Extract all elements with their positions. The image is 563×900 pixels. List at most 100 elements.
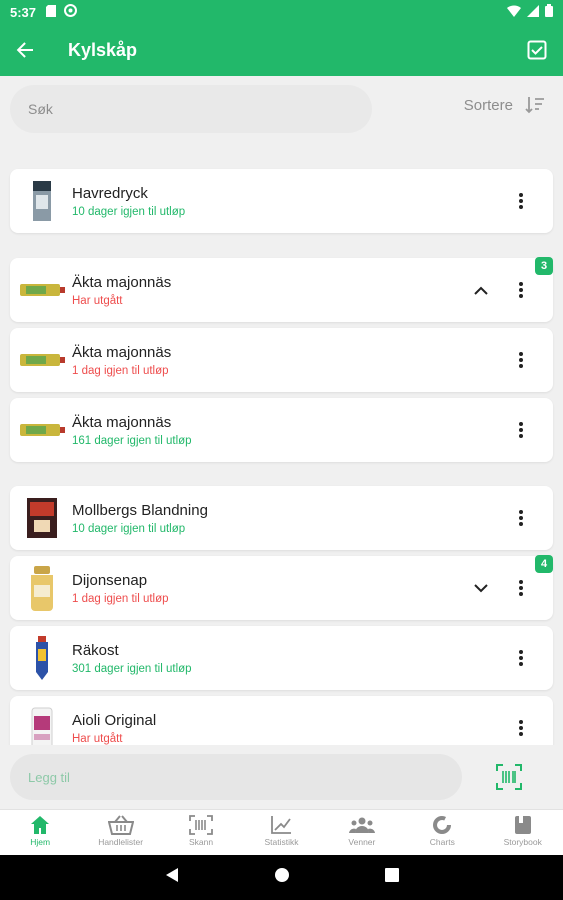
bottom-navigation: Hjem Handlelister Skann Statistikk Venne… — [0, 809, 563, 855]
product-image — [18, 336, 66, 384]
item-name: Äkta majonnäs — [72, 274, 172, 291]
wifi-icon — [507, 4, 521, 20]
more-vert-icon — [519, 720, 523, 736]
checkbox-icon — [527, 40, 547, 60]
list-item-group[interactable]: Äkta majonnäs Har utgått 3 — [10, 257, 553, 322]
nav-item-scan[interactable]: Skann — [161, 810, 241, 855]
home-icon — [31, 816, 50, 834]
item-status: 10 dager igjen til utløp — [72, 206, 186, 218]
arrow-left-icon — [16, 42, 33, 58]
select-all-button[interactable] — [511, 24, 563, 76]
add-item-input[interactable]: Legg til — [10, 754, 462, 800]
nav-label: Skann — [189, 837, 214, 847]
sd-card-icon — [46, 4, 57, 20]
expand-button[interactable] — [467, 574, 495, 602]
item-status: 301 dager igjen til utløp — [72, 663, 192, 675]
more-vert-icon — [519, 510, 523, 526]
more-options-button[interactable] — [507, 276, 535, 304]
app-bar: Kylskåp — [0, 24, 563, 76]
count-badge: 4 — [535, 555, 553, 573]
nav-item-shopping-lists[interactable]: Handlelister — [80, 810, 160, 855]
nav-label: Charts — [429, 837, 455, 847]
list-item[interactable]: Äkta majonnäs 1 dag igjen til utløp — [10, 328, 553, 392]
more-vert-icon — [519, 352, 523, 368]
nav-item-storybook[interactable]: Storybook — [483, 810, 563, 855]
item-status: 161 dager igjen til utløp — [72, 435, 192, 447]
list-item[interactable]: Äkta majonnäs 161 dager igjen til utløp — [10, 398, 553, 462]
battery-icon — [545, 4, 553, 20]
nav-label: Hjem — [30, 837, 51, 847]
nav-label: Venner — [348, 837, 376, 847]
search-input[interactable]: Søk — [10, 85, 372, 133]
item-name: Mollbergs Blandning — [72, 502, 208, 519]
nav-label: Handlelister — [98, 837, 144, 847]
system-home-button[interactable] — [274, 867, 290, 888]
item-name: Havredryck — [72, 185, 148, 202]
basket-icon — [107, 815, 134, 835]
item-name: Äkta majonnäs — [72, 344, 172, 361]
page-title: Kylskåp — [68, 39, 138, 60]
item-list: Havredryck 10 dager igjen til utløp Äkta… — [0, 152, 563, 745]
more-options-button[interactable] — [507, 644, 535, 672]
list-item[interactable]: Mollbergs Blandning 10 dager igjen til u… — [10, 486, 553, 550]
back-button[interactable] — [0, 24, 50, 76]
add-item-placeholder: Legg til — [28, 769, 70, 785]
item-status: 1 dag igjen til utløp — [72, 365, 169, 377]
circle-home-icon — [274, 868, 289, 882]
product-image — [18, 177, 66, 225]
scan-barcode-button[interactable] — [495, 763, 523, 791]
sort-label: Sortere — [463, 96, 513, 114]
more-vert-icon — [519, 422, 523, 438]
search-row: Søk Sortere — [0, 76, 563, 142]
product-image — [18, 704, 66, 745]
item-name: Dijonsenap — [72, 572, 148, 589]
barcode-scan-icon — [496, 764, 522, 790]
barcode-icon — [189, 815, 213, 835]
more-options-button[interactable] — [507, 346, 535, 374]
item-status: 1 dag igjen til utløp — [72, 593, 169, 605]
item-status: 10 dager igjen til utløp — [72, 523, 186, 535]
nav-item-home[interactable]: Hjem — [0, 810, 80, 855]
more-options-button[interactable] — [507, 504, 535, 532]
product-image — [18, 494, 66, 542]
system-recents-button[interactable] — [384, 868, 399, 887]
nav-item-statistics[interactable]: Statistikk — [241, 810, 321, 855]
more-options-button[interactable] — [507, 574, 535, 602]
list-item[interactable]: Räkost 301 dager igjen til utløp — [10, 626, 553, 690]
nav-item-friends[interactable]: Venner — [322, 810, 402, 855]
system-navigation-bar — [0, 855, 563, 900]
count-badge: 3 — [535, 257, 553, 275]
item-status: Har utgått — [72, 295, 123, 307]
list-item[interactable]: Aioli Original Har utgått — [10, 696, 553, 745]
people-icon — [348, 817, 375, 833]
product-image — [18, 634, 66, 682]
more-options-button[interactable] — [507, 187, 535, 215]
nav-label: Statistikk — [264, 837, 299, 847]
item-name: Äkta majonnäs — [72, 414, 172, 431]
donut-icon — [433, 816, 452, 834]
system-back-button[interactable] — [165, 867, 179, 888]
list-item-group[interactable]: Dijonsenap 1 dag igjen til utløp 4 — [10, 555, 553, 620]
product-image — [18, 266, 66, 314]
item-name: Räkost — [72, 642, 119, 659]
product-image — [18, 564, 66, 612]
product-image — [18, 406, 66, 454]
more-options-button[interactable] — [507, 416, 535, 444]
list-item[interactable]: Havredryck 10 dager igjen til utløp — [10, 169, 553, 233]
chart-icon — [271, 816, 292, 834]
item-status: Har utgått — [72, 733, 123, 745]
more-vert-icon — [519, 193, 523, 209]
book-icon — [514, 816, 531, 834]
signal-icon — [527, 4, 539, 20]
collapse-button[interactable] — [467, 276, 495, 304]
triangle-back-icon — [165, 868, 178, 882]
chevron-down-icon — [474, 583, 488, 592]
square-recents-icon — [384, 868, 399, 882]
more-options-button[interactable] — [507, 714, 535, 742]
item-name: Aioli Original — [72, 712, 157, 729]
status-time: 5:37 — [10, 4, 37, 20]
nav-item-charts[interactable]: Charts — [402, 810, 482, 855]
more-vert-icon — [519, 282, 523, 298]
sort-button[interactable]: Sortere — [464, 96, 545, 114]
sort-icon — [525, 97, 544, 114]
